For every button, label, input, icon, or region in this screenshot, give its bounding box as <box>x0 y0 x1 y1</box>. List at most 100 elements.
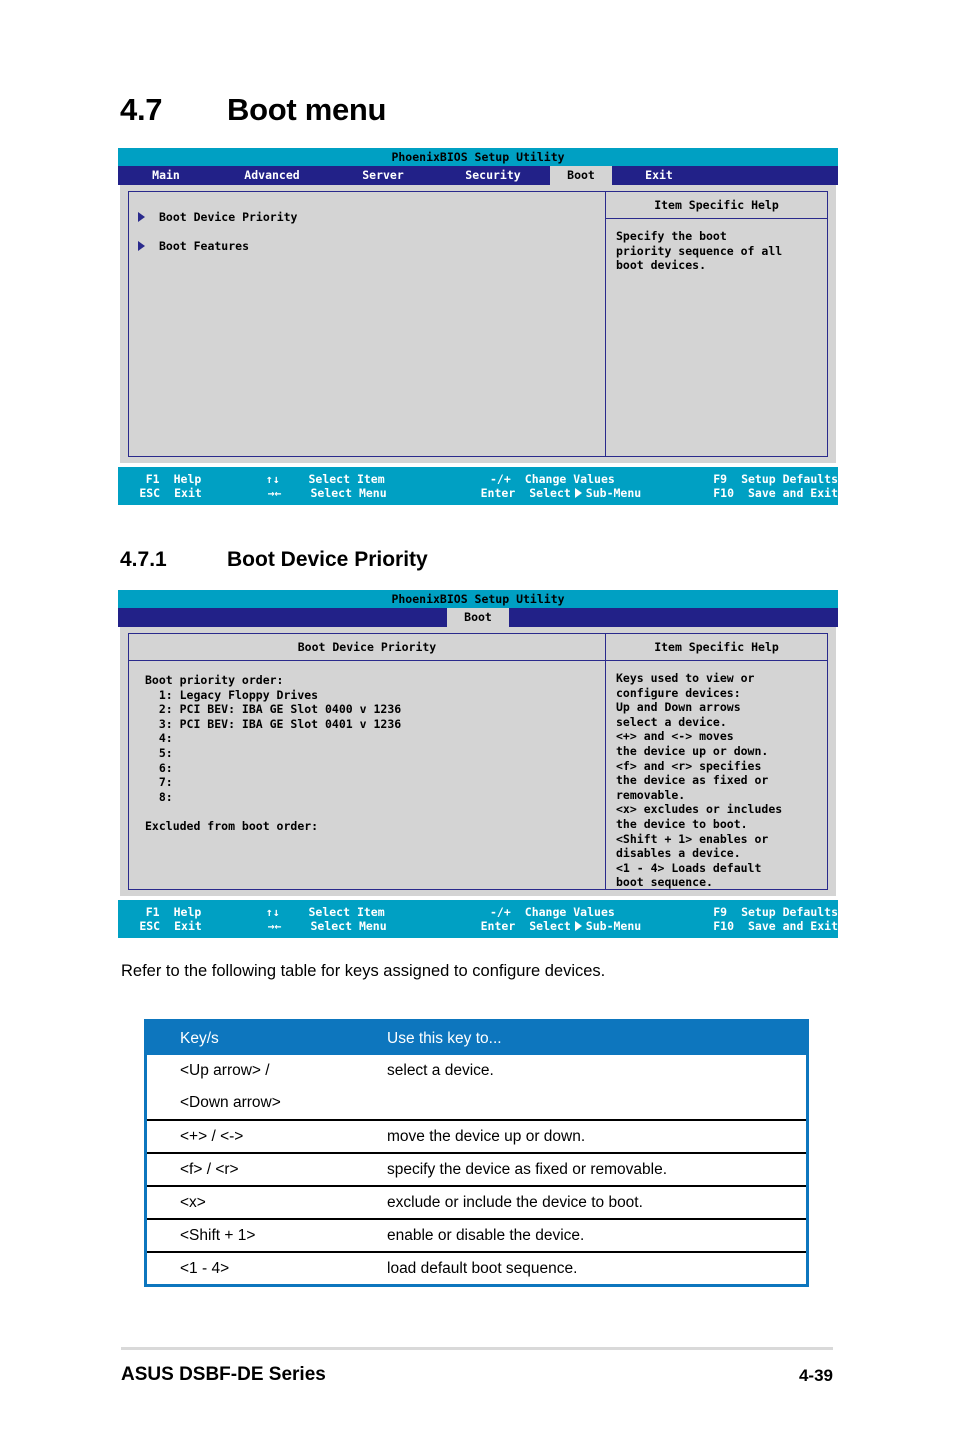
submenu-triangle-icon <box>138 240 145 251</box>
select-menu-label: Select Menu <box>310 919 387 933</box>
submenu-word: Sub-Menu <box>585 486 642 500</box>
key-cell: <+> / <-> <box>145 1119 379 1153</box>
select-word: Select <box>529 486 571 500</box>
tab-server[interactable]: Server <box>330 166 436 185</box>
menu-item-label: Boot Features <box>159 238 250 253</box>
submenu-word: Sub-Menu <box>585 919 642 933</box>
boot-priority-order-list[interactable]: Boot priority order: 1: Legacy Floppy Dr… <box>129 661 605 840</box>
key-esc-label: Exit <box>174 919 202 933</box>
bios-menu-list: Boot Device Priority Boot Features <box>129 192 605 260</box>
left-right-arrows-icon: →← <box>267 919 282 933</box>
key-cell: <Up arrow> / <box>180 1062 270 1079</box>
tab-boot[interactable]: Boot <box>447 608 509 627</box>
key-cell: <1 - 4> <box>145 1251 379 1286</box>
key-f1: F1 <box>145 472 160 486</box>
section-number: 4.7 <box>120 92 163 127</box>
menu-bar-filler <box>706 166 838 185</box>
bios-key-footer-row-1: F1 Help ↑↓ Select Item -/+ Change Values… <box>118 472 838 486</box>
table-row-continuation: <Down arrow> <box>146 1087 808 1120</box>
submenu-triangle-icon <box>574 488 582 498</box>
bios-key-footer: F1 Help ↑↓ Select Item -/+ Change Values… <box>118 898 838 938</box>
left-right-arrows-icon: →← <box>267 486 282 500</box>
column-header-keys: Key/s <box>145 1020 379 1055</box>
key-enter: Enter <box>480 919 516 933</box>
bios-body: Boot Device Priority Boot priority order… <box>118 627 838 898</box>
bios-key-footer-row-2: ESC Exit →← Select Menu Enter Select Sub-… <box>118 919 838 933</box>
table-row: <Shift + 1> enable or disable the device… <box>145 1218 808 1252</box>
footer-page-number: 4-39 <box>798 1366 833 1385</box>
key-reference-table: Key/s Use this key to... <Up arrow> / se… <box>144 1019 809 1287</box>
table-row: <f> / <r> specify the device as fixed or… <box>145 1152 808 1186</box>
select-word: Select <box>529 919 571 933</box>
change-values-label: Change Values <box>524 472 615 486</box>
key-enter: Enter <box>480 486 516 500</box>
bios-title-bar: PhoenixBIOS Setup Utility <box>118 148 838 166</box>
help-pane-title: Item Specific Help <box>606 192 827 219</box>
bios-menu-bar: Main Advanced Server Security Boot Exit <box>118 166 838 185</box>
column-header-action: Use this key to... <box>379 1020 808 1055</box>
key-f9: F9 <box>713 905 728 919</box>
key-f1-label: Help <box>173 472 202 486</box>
submenu-triangle-icon <box>574 921 582 931</box>
section-title: Boot menu <box>227 92 387 127</box>
submenu-triangle-icon <box>138 211 145 222</box>
bios-screen-boot-menu: PhoenixBIOS Setup Utility Main Advanced … <box>118 148 838 505</box>
key-esc-label: Exit <box>174 486 202 500</box>
action-cell: load default boot sequence. <box>379 1251 808 1286</box>
key-plus-minus: -/+ <box>490 472 511 486</box>
key-f10: F10 <box>713 919 734 933</box>
key-f9-label: Setup Defaults <box>741 905 839 919</box>
tab-boot[interactable]: Boot <box>550 166 612 185</box>
footer-product-name: ASUS DSBF-DE Series <box>121 1364 326 1385</box>
table-row: <Up arrow> / select a device. <box>146 1055 808 1087</box>
tab-main[interactable]: Main <box>118 166 214 185</box>
key-f10-label: Save and Exit <box>748 919 839 933</box>
action-cell: move the device up or down. <box>379 1119 808 1153</box>
page-title: 4.7 Boot menu <box>120 92 386 128</box>
table-row: <+> / <-> move the device up or down. <box>145 1119 808 1153</box>
table-row: <x> exclude or include the device to boo… <box>145 1185 808 1219</box>
action-cell: select a device. <box>387 1062 494 1079</box>
bios-main-pane: Boot Device Priority Boot Features <box>128 191 606 457</box>
up-down-arrows-icon: ↑↓ <box>265 905 280 919</box>
key-f9-label: Setup Defaults <box>741 472 839 486</box>
bios-main-pane: Boot Device Priority Boot priority order… <box>128 633 606 890</box>
bios-key-footer: F1 Help ↑↓ Select Item -/+ Change Values… <box>118 465 838 505</box>
select-menu-label: Select Menu <box>310 486 387 500</box>
key-cell: <x> <box>145 1185 379 1219</box>
key-plus-minus: -/+ <box>490 905 511 919</box>
action-cell: specify the device as fixed or removable… <box>379 1152 808 1186</box>
select-item-label: Select Item <box>308 472 385 486</box>
key-f10-label: Save and Exit <box>748 486 839 500</box>
bios-body: Boot Device Priority Boot Features Item … <box>118 185 838 465</box>
select-item-label: Select Item <box>308 905 385 919</box>
boot-device-priority-title: Boot Device Priority <box>129 634 605 661</box>
tab-exit[interactable]: Exit <box>612 166 706 185</box>
bios-help-pane: Item Specific Help Keys used to view or … <box>606 633 828 890</box>
table-header-row: Key/s Use this key to... <box>145 1020 808 1055</box>
table-row: <1 - 4> load default boot sequence. <box>145 1251 808 1286</box>
key-cell: <f> / <r> <box>145 1152 379 1186</box>
footer-divider <box>121 1347 833 1350</box>
menu-bar-filler-left <box>118 608 447 627</box>
key-f1: F1 <box>145 905 160 919</box>
bios-help-pane: Item Specific Help Specify the boot prio… <box>606 191 828 457</box>
select-submenu-label: Select Sub-Menu <box>515 486 688 500</box>
intro-paragraph: Refer to the following table for keys as… <box>121 962 606 980</box>
select-submenu-label: Select Sub-Menu <box>515 919 688 933</box>
key-cell-line2: <Down arrow> <box>180 1094 281 1111</box>
help-pane-text: Specify the boot priority sequence of al… <box>616 229 783 273</box>
tab-advanced[interactable]: Advanced <box>214 166 330 185</box>
menu-bar-filler-right <box>509 608 838 627</box>
menu-item-label: Boot Device Priority <box>159 209 298 224</box>
key-esc: ESC <box>139 486 161 500</box>
up-down-arrows-icon: ↑↓ <box>265 472 280 486</box>
key-f10: F10 <box>713 486 734 500</box>
action-cell: exclude or include the device to boot. <box>379 1185 808 1219</box>
subsection-title: 4.7.1 Boot Device Priority <box>120 548 428 572</box>
help-pane-text: Keys used to view or configure devices: … <box>616 671 783 890</box>
menu-item-boot-device-priority[interactable]: Boot Device Priority <box>129 202 605 231</box>
menu-item-boot-features[interactable]: Boot Features <box>129 231 605 260</box>
change-values-label: Change Values <box>524 905 615 919</box>
tab-security[interactable]: Security <box>436 166 550 185</box>
